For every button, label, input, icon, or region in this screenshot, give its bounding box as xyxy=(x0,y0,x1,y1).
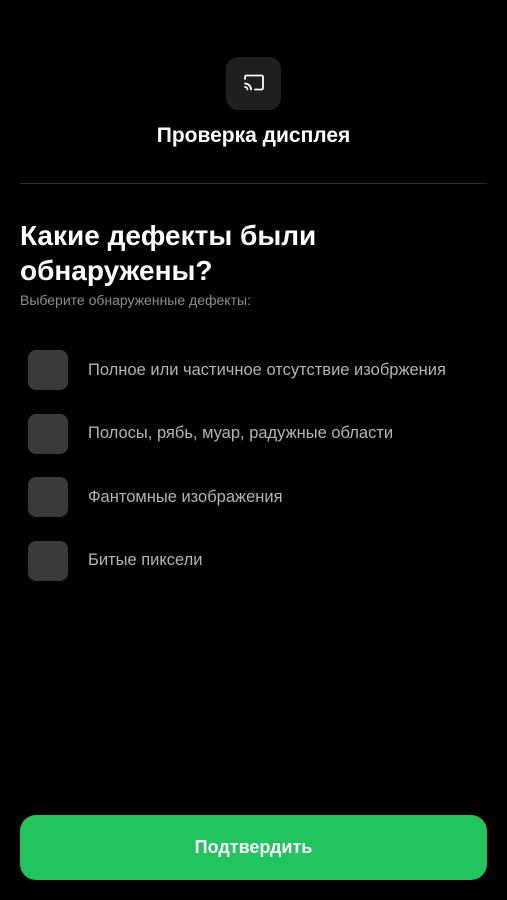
cast-screen-icon xyxy=(226,57,281,110)
defect-option-ghosting[interactable]: Фантомные изображения xyxy=(28,477,487,517)
page-title: Проверка дисплея xyxy=(156,124,351,147)
option-label: Фантомные изображения xyxy=(88,487,283,506)
defect-option-stripes[interactable]: Полосы, рябь, муар, радужные области xyxy=(28,413,487,454)
defect-options-list: Полное или частичное отсутствие изобржен… xyxy=(28,350,487,604)
display-check-screen: Проверка дисплея Какие дефекты были обна… xyxy=(0,0,507,900)
question-subtitle: Выберите обнаруженные дефекты: xyxy=(20,292,251,308)
confirm-button[interactable]: Подтвердить xyxy=(20,815,487,880)
defect-option-dead-pixels[interactable]: Битые пиксели xyxy=(28,540,487,581)
header-divider xyxy=(20,183,487,184)
option-label: Полное или частичное отсутствие изобржен… xyxy=(88,360,446,379)
checkbox[interactable] xyxy=(28,540,68,581)
question-title: Какие дефекты были обнаружены? xyxy=(20,220,317,286)
option-label: Битые пиксели xyxy=(88,551,203,569)
checkbox[interactable] xyxy=(28,413,68,454)
defect-option-no-image[interactable]: Полное или частичное отсутствие изобржен… xyxy=(28,350,487,390)
checkbox[interactable] xyxy=(28,350,68,390)
option-label: Полосы, рябь, муар, радужные области xyxy=(88,424,394,442)
checkbox[interactable] xyxy=(28,477,68,517)
